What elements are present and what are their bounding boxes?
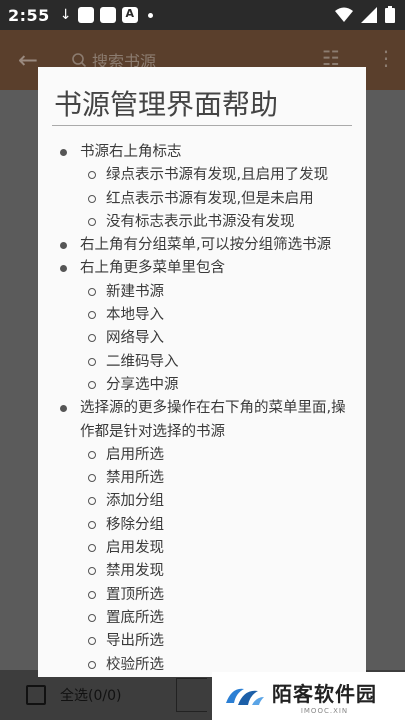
watermark: 陌客软件园 IMOOC.XIN xyxy=(212,672,405,720)
circle-bullet-icon xyxy=(88,544,96,553)
circle-bullet-icon xyxy=(88,171,96,180)
download-icon: ↓ xyxy=(59,7,72,23)
help-sub-item-text: 禁用发现 xyxy=(106,563,164,580)
help-list-item-text: 书源右上角标志 xyxy=(80,144,182,160)
status-bar: 2:55 ↓ xyxy=(0,0,405,30)
help-list-item-text: 右上角更多菜单里包含 xyxy=(80,260,225,277)
circle-bullet-icon xyxy=(88,217,96,226)
circle-bullet-icon xyxy=(88,380,96,389)
help-list-item: 书源右上角标志 xyxy=(38,141,366,164)
help-sub-item: 没有标志表示此书源没有发现 xyxy=(38,211,366,234)
help-sub-item-text: 分享选中源 xyxy=(106,376,179,393)
select-all-label[interactable]: 全选(0/0) xyxy=(60,685,121,705)
circle-bullet-icon xyxy=(88,474,96,483)
circle-bullet-icon xyxy=(88,311,96,320)
circle-bullet-icon xyxy=(88,194,96,203)
help-list-item: 右上角更多菜单里包含 xyxy=(38,257,366,280)
circle-bullet-icon xyxy=(88,357,96,366)
help-list-item: 选择源的更多操作在右下角的菜单里面,操作都是针对选择的书源 xyxy=(38,397,366,444)
help-sub-item-text: 本地导入 xyxy=(106,307,164,324)
help-sub-item-text: 添加分组 xyxy=(106,493,164,510)
bullet-icon xyxy=(60,405,67,413)
help-dialog: 书源管理界面帮助 书源右上角标志绿点表示书源有发现,且启用了发现 红点表示书源有发… xyxy=(38,67,366,677)
help-sub-item-text: 启用所选 xyxy=(106,446,164,463)
status-time: 2:55 xyxy=(8,5,50,25)
help-list-item-text: 选择源的更多操作在右下角的菜单里面,操作都是针对选择的书源 xyxy=(80,400,346,440)
help-sub-item-text: 二维码导入 xyxy=(106,353,179,370)
help-list-item-text: 右上角有分组菜单,可以按分组筛选书源 xyxy=(80,237,332,254)
watermark-brand: 陌客软件园 xyxy=(272,681,377,706)
circle-bullet-icon xyxy=(88,660,96,669)
help-sub-item: 置顶所选 xyxy=(38,584,366,607)
battery-icon xyxy=(385,6,395,23)
help-sub-item: 禁用所选 xyxy=(38,467,366,490)
circle-bullet-icon xyxy=(88,590,96,599)
bottom-action-button[interactable] xyxy=(176,678,207,712)
more-menu-icon[interactable]: ⋮ xyxy=(376,46,396,70)
help-list-item: 右上角有分组菜单,可以按分组筛选书源 xyxy=(38,234,366,257)
help-content[interactable]: 书源右上角标志绿点表示书源有发现,且启用了发现 红点表示书源有发现,但是未启用 没有… xyxy=(38,141,366,677)
help-sub-item: 导出所选 xyxy=(38,630,366,653)
wifi-icon xyxy=(335,7,353,22)
watermark-domain: IMOOC.XIN xyxy=(300,706,349,715)
bullet-icon xyxy=(60,149,67,156)
help-sub-item-text: 网络导入 xyxy=(106,330,164,347)
circle-bullet-icon xyxy=(88,637,96,646)
circle-bullet-icon xyxy=(88,287,96,296)
back-arrow-icon[interactable]: ← xyxy=(18,46,38,74)
circle-bullet-icon xyxy=(88,334,96,343)
circle-bullet-icon xyxy=(88,450,96,459)
help-sub-item: 分享选中源 xyxy=(38,374,366,397)
help-sub-item: 添加分组 xyxy=(38,490,366,513)
help-sub-item-text: 启用发现 xyxy=(106,540,164,557)
help-sub-item: 红点表示书源有发现,但是未启用 xyxy=(38,188,366,211)
help-sub-item-text: 没有标志表示此书源没有发现 xyxy=(106,213,295,230)
help-sub-item: 网络导入 xyxy=(38,327,366,350)
help-sub-item: 启用发现 xyxy=(38,537,366,560)
help-sub-item: 二维码导入 xyxy=(38,351,366,374)
help-sub-item: 新建书源 xyxy=(38,281,366,304)
help-sub-item-text: 导出所选 xyxy=(106,633,164,650)
help-sub-item: 绿点表示书源有发现,且启用了发现 xyxy=(38,164,366,187)
app-notification-icon xyxy=(99,7,116,23)
circle-bullet-icon xyxy=(88,613,96,622)
bullet-icon xyxy=(60,265,67,273)
help-sub-item: 本地导入 xyxy=(38,304,366,327)
title-divider xyxy=(52,125,352,126)
help-sub-item-text: 绿点表示书源有发现,且启用了发现 xyxy=(106,167,329,184)
help-sub-item-text: 置底所选 xyxy=(106,609,164,626)
more-notifications-dot-icon xyxy=(147,12,153,18)
select-all-checkbox[interactable] xyxy=(26,685,46,705)
search-icon xyxy=(72,53,86,67)
circle-bullet-icon xyxy=(88,567,96,576)
circle-bullet-icon xyxy=(88,520,96,529)
system-icons xyxy=(335,6,395,23)
circle-bullet-icon xyxy=(88,497,96,506)
help-sub-item-text: 新建书源 xyxy=(106,283,164,300)
help-sub-item: 启用所选 xyxy=(38,444,366,467)
help-sub-item: 置底所选 xyxy=(38,607,366,630)
bullet-icon xyxy=(60,242,67,250)
help-sub-item-text: 校验所选 xyxy=(106,656,164,673)
dialog-title: 书源管理界面帮助 xyxy=(54,88,279,121)
help-sub-item-text: 红点表示书源有发现,但是未启用 xyxy=(106,190,314,207)
help-sub-item: 移除分组 xyxy=(38,514,366,537)
notification-icons: ↓ xyxy=(60,7,153,23)
help-sub-item: 禁用发现 xyxy=(38,560,366,583)
signal-icon xyxy=(361,6,377,23)
app-notification-icon xyxy=(77,7,94,23)
watermark-logo-icon xyxy=(226,688,264,705)
app-a-icon xyxy=(121,7,138,23)
help-sub-item-text: 禁用所选 xyxy=(106,470,164,487)
help-sub-item-text: 移除分组 xyxy=(106,516,164,533)
help-sub-item-text: 置顶所选 xyxy=(106,586,164,603)
